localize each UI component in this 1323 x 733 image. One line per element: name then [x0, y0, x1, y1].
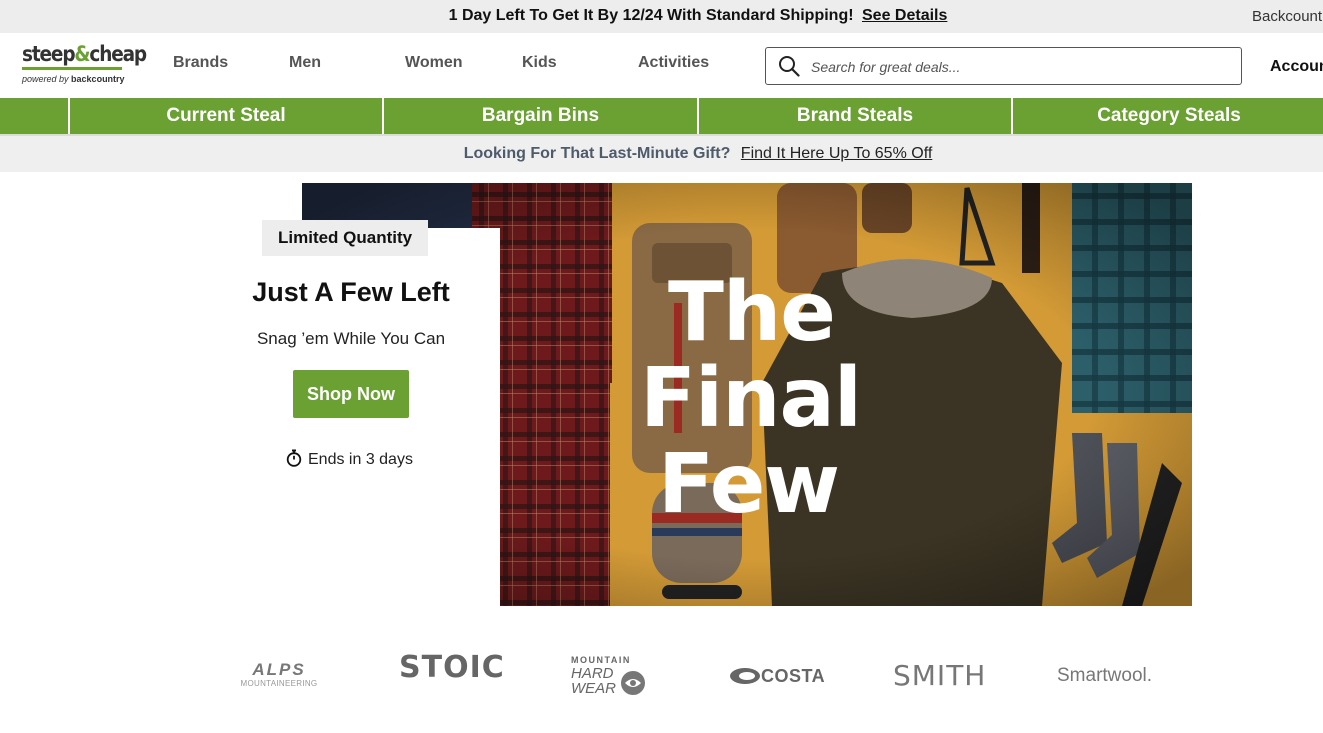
search-box[interactable]	[765, 47, 1242, 85]
brand-smith[interactable]: SMITH	[893, 659, 986, 692]
account-link[interactable]: Account	[1270, 58, 1323, 76]
costa-logo-icon	[730, 668, 760, 684]
brand-costa[interactable]: COSTA	[729, 666, 825, 687]
nav-women[interactable]: Women	[405, 54, 462, 72]
stopwatch-icon	[286, 449, 302, 467]
announcement-bar: 1 Day Left To Get It By 12/24 With Stand…	[0, 0, 1323, 33]
announcement-text: 1 Day Left To Get It By 12/24 With Stand…	[448, 7, 854, 24]
limited-quantity-badge: Limited Quantity	[262, 220, 429, 256]
promo-link[interactable]: Find It Here Up To 65% Off	[741, 145, 933, 162]
tab-category-steals[interactable]: Category Steals	[1013, 98, 1323, 134]
shop-now-button[interactable]: Shop Now	[293, 370, 409, 418]
brand-stoic[interactable]: STOIC	[399, 650, 505, 685]
countdown: Ends in 3 days	[286, 449, 413, 469]
search-input[interactable]	[811, 56, 1231, 78]
tab-brand-steals[interactable]: Brand Steals	[699, 98, 1011, 134]
mountain-hardwear-logo-icon	[621, 671, 645, 695]
hero-title: Just A Few Left	[252, 277, 450, 307]
nav-kids[interactable]: Kids	[522, 54, 557, 72]
hero-image-title: The Final Few	[640, 265, 862, 532]
promo-text: Looking For That Last-Minute Gift?	[463, 145, 731, 162]
nav-men[interactable]: Men	[289, 54, 321, 72]
brand-mountain-hardwear[interactable]: MOUNTAIN HARD WEAR	[571, 655, 651, 697]
nav-brands[interactable]: Brands	[173, 54, 228, 72]
promo-bar: Looking For That Last-Minute Gift? Find …	[0, 134, 1323, 172]
tab-current-steal[interactable]: Current Steal	[70, 98, 382, 134]
steep-and-cheap-logo[interactable]: steep&cheap powered by backcountry	[22, 42, 147, 90]
announcement-message: 1 Day Left To Get It By 12/24 With Stand…	[0, 7, 1323, 25]
brand-smartwool[interactable]: Smartwool.	[1057, 665, 1152, 687]
hero-subtitle: Snag ’em While You Can	[256, 329, 446, 348]
countdown-text: Ends in 3 days	[308, 451, 413, 468]
nav-activities[interactable]: Activities	[638, 54, 709, 72]
tab-bargain-bins[interactable]: Bargain Bins	[384, 98, 697, 134]
brand-alps-mountaineering[interactable]: ALPS MOUNTAINEERING	[229, 661, 329, 689]
site-header: steep&cheap powered by backcountry Brand…	[0, 33, 1323, 98]
backcountry-link[interactable]: Backcountry	[1252, 8, 1323, 25]
steals-nav: Current Steal Bargain Bins Brand Steals …	[0, 98, 1323, 134]
see-details-link[interactable]: See Details	[862, 7, 947, 24]
search-icon[interactable]	[778, 55, 800, 77]
